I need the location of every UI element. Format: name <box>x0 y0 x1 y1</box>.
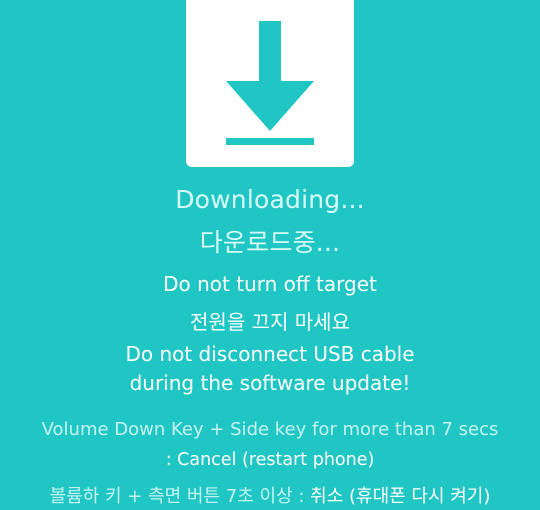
download-mode-screen: Downloading... 다운로드중... Do not turn off … <box>0 0 540 510</box>
warning-power-ko: 전원을 끄지 마세요 <box>190 310 350 334</box>
cancel-hint-ko-prefix: 볼륨하 키 + 측면 버튼 7초 이상 : <box>49 486 311 507</box>
download-icon-card <box>186 0 354 167</box>
status-title-ko: 다운로드중... <box>199 228 341 257</box>
status-title-en: Downloading... <box>175 185 365 214</box>
cancel-hint-en-line1: Volume Down Key + Side key for more than… <box>41 419 499 440</box>
cancel-hint-ko-action: 취소 (휴대폰 다시 켜기) <box>310 486 491 507</box>
warning-usb-line2: during the software update! <box>129 371 411 395</box>
cancel-hint-en-line2: : Cancel (restart phone) <box>165 450 375 470</box>
cancel-hint-ko: 볼륨하 키 + 측면 버튼 7초 이상 : 취소 (휴대폰 다시 켜기) <box>0 482 540 508</box>
warning-power-en: Do not turn off target <box>163 272 377 296</box>
download-icon <box>226 21 314 145</box>
warning-usb-line1: Do not disconnect USB cable <box>125 342 415 366</box>
